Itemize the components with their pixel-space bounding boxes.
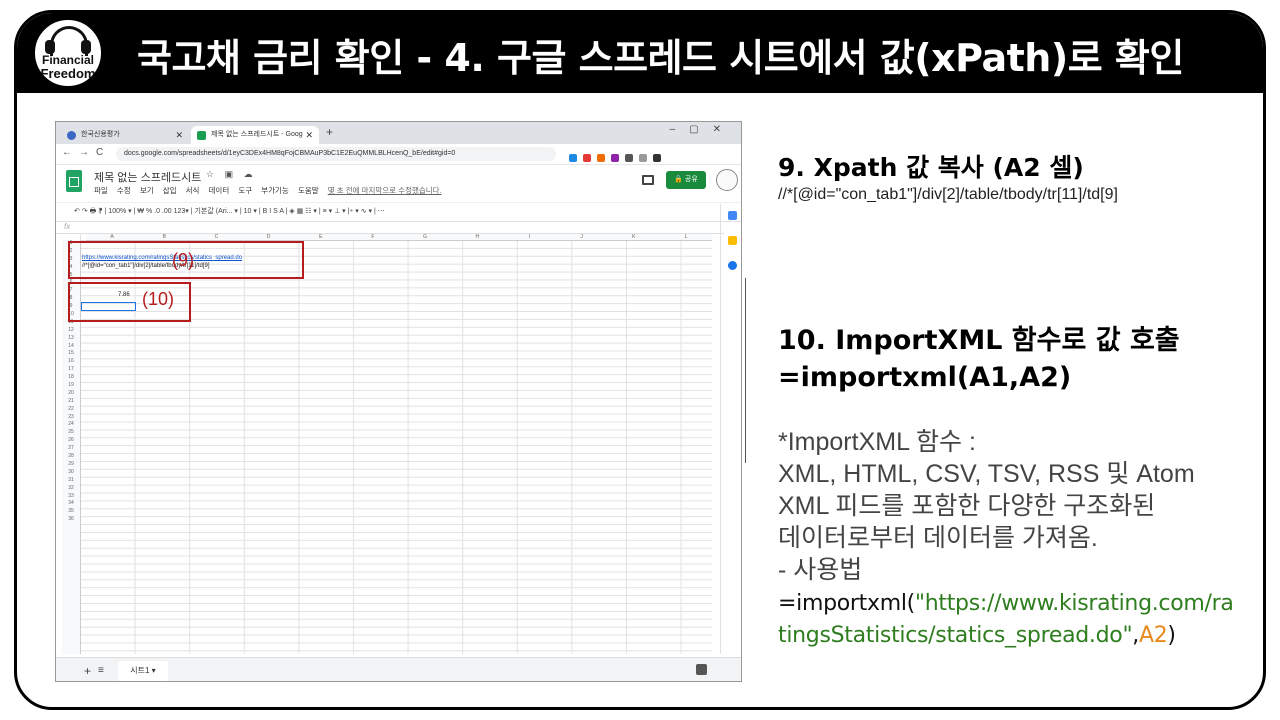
row-header[interactable]: 24 [62, 421, 80, 429]
browser-tab-kisrating[interactable]: 한국신용평가 ✕ [61, 126, 189, 144]
row-header[interactable]: 14 [62, 343, 80, 351]
calendar-icon[interactable] [727, 211, 737, 220]
address-bar: ←→C docs.google.com/spreadsheets/d/1eyC3… [56, 144, 741, 165]
desc-line4: 데이터로부터 데이터를 가져옴. [778, 524, 1098, 552]
site-favicon-icon [67, 131, 76, 140]
menu-addons[interactable]: 부가기능 [261, 186, 289, 195]
row-header[interactable]: 30 [62, 469, 80, 477]
nav-buttons-icon[interactable]: ←→C [62, 147, 110, 158]
row-header[interactable]: 26 [62, 437, 80, 445]
menu-edit[interactable]: 수정 [117, 186, 131, 195]
menu-insert[interactable]: 삽입 [163, 186, 177, 195]
step9-xpath: //*[@id="con_tab1"]/div[2]/table/tbody/t… [778, 186, 1118, 203]
spreadsheet-screenshot: 한국신용평가 ✕ 제목 없는 스프레드시트 - Goog ✕ + –▢✕ ←→C… [55, 121, 742, 682]
close-tab-icon[interactable]: ✕ [175, 126, 183, 144]
annotation-10: (10) [142, 289, 175, 309]
add-sheet-icon[interactable]: + [84, 664, 91, 678]
row-header[interactable]: 32 [62, 485, 80, 493]
menu-file[interactable]: 파일 [94, 186, 108, 195]
keep-icon[interactable] [727, 236, 737, 245]
desc-line3: XML 피드를 포함한 다양한 구조화된 [778, 492, 1156, 520]
row-header[interactable]: 16 [62, 358, 80, 366]
step10-heading-line2: =importxml(A1,A2) [778, 362, 1072, 393]
menu-data[interactable]: 데이터 [209, 186, 230, 195]
row-header[interactable]: 33 [62, 493, 80, 501]
row-header[interactable]: 23 [62, 414, 80, 422]
sheets-favicon-icon [197, 131, 206, 140]
row-header[interactable]: 12 [62, 327, 80, 335]
avatar[interactable] [716, 169, 738, 191]
step9-heading: 9. Xpath 값 복사 (A2 셀) [778, 153, 1084, 182]
logo-line2: Freedom [40, 66, 96, 81]
row-header[interactable]: 18 [62, 374, 80, 382]
last-edit-link[interactable]: 몇 초 전에 마지막으로 수정했습니다. [328, 186, 442, 195]
url-field[interactable]: docs.google.com/spreadsheets/d/1eyC3DEx4… [116, 147, 556, 161]
formula-close: ) [1167, 623, 1176, 648]
sheet-tab-bar: + ≡ 시트1 ▾ [56, 657, 741, 681]
row-header[interactable]: 20 [62, 390, 80, 398]
formula-prefix: =importxml( [778, 591, 915, 616]
row-header[interactable]: 13 [62, 335, 80, 343]
explore-icon[interactable] [696, 664, 707, 675]
step10-heading: 10. ImportXML 함수로 값 호출 =importxml(A1,A2) [778, 322, 1180, 396]
menu-view[interactable]: 보기 [140, 186, 154, 195]
formatting-toolbar[interactable]: ↶ ↷ 🖶 ⁋ | 100% ▾ | ₩ % .0 .00 123▾ | 기본값… [56, 202, 741, 222]
formula-url-part1: "https://www.kisrating.com/ra [914, 591, 1234, 616]
row-header[interactable]: 19 [62, 382, 80, 390]
star-move-cloud-icons[interactable]: ☆ ▣ ☁ [206, 169, 257, 180]
comment-icon[interactable] [642, 175, 654, 185]
side-panel [720, 204, 741, 654]
formula-bar[interactable]: fx [56, 221, 724, 234]
row-header[interactable]: 17 [62, 366, 80, 374]
row-header[interactable]: 29 [62, 461, 80, 469]
financial-freedom-logo: Financial Freedom [33, 18, 103, 88]
row-header[interactable]: 31 [62, 477, 80, 485]
tasks-icon[interactable] [727, 261, 737, 270]
menu-format[interactable]: 서식 [186, 186, 200, 195]
desc-line2: XML, HTML, CSV, TSV, RSS 및 Atom [778, 460, 1195, 488]
menu-tools[interactable]: 도구 [238, 186, 252, 195]
row-header[interactable]: 15 [62, 350, 80, 358]
all-sheets-icon[interactable]: ≡ [98, 665, 104, 676]
tab2-label: 제목 없는 스프레드시트 - Goog [211, 131, 303, 138]
sheets-logo-icon[interactable] [66, 170, 82, 192]
title-bar: Financial Freedom 국고채 금리 확인 - 4. 구글 스프레드… [17, 13, 1263, 93]
usage-formula: =importxml("https://www.kisrating.com/ra… [778, 588, 1234, 652]
new-tab-icon[interactable]: + [326, 125, 333, 139]
row-header[interactable]: 25 [62, 429, 80, 437]
step10-heading-line1: 10. ImportXML 함수로 값 호출 [778, 325, 1180, 356]
sheets-app-bar: 제목 없는 스프레드시트 ☆ ▣ ☁ 파일 수정 보기 삽입 서식 데이터 도구… [56, 165, 741, 201]
page-title: 국고채 금리 확인 - 4. 구글 스프레드 시트에서 값(xPath)로 확인 [137, 36, 1184, 80]
close-tab-icon[interactable]: ✕ [305, 126, 313, 144]
row-header[interactable]: 36 [62, 516, 80, 524]
divider-line [745, 278, 746, 463]
extension-icons[interactable] [569, 149, 667, 162]
row-header[interactable]: 22 [62, 406, 80, 414]
importxml-description: *ImportXML 함수 : XML, HTML, CSV, TSV, RSS… [778, 426, 1195, 586]
share-button[interactable]: 🔒 공유 [666, 171, 706, 189]
browser-tab-sheets[interactable]: 제목 없는 스프레드시트 - Goog ✕ [191, 126, 319, 144]
sheet-tab-1[interactable]: 시트1 ▾ [118, 661, 168, 681]
formula-arg: A2 [1138, 623, 1168, 648]
browser-tab-strip: 한국신용평가 ✕ 제목 없는 스프레드시트 - Goog ✕ + –▢✕ [56, 122, 741, 144]
window-controls[interactable]: –▢✕ [670, 124, 735, 135]
row-header[interactable]: 28 [62, 453, 80, 461]
row-header[interactable]: 21 [62, 398, 80, 406]
desc-line1: *ImportXML 함수 : [778, 428, 976, 456]
menu-bar: 파일 수정 보기 삽입 서식 데이터 도구 부가기능 도움말 몇 초 전에 마지… [94, 185, 449, 196]
desc-line5: - 사용법 [778, 556, 863, 584]
row-header[interactable]: 34 [62, 500, 80, 508]
logo-line1: Financial [41, 53, 94, 67]
row-header[interactable]: 35 [62, 508, 80, 516]
tab1-label: 한국신용평가 [81, 131, 120, 138]
row-header[interactable]: 27 [62, 445, 80, 453]
formula-comma: , [1132, 623, 1139, 648]
doc-title[interactable]: 제목 없는 스프레드시트 [94, 169, 201, 185]
column-headers: ABCDEFGHIJKL [86, 234, 712, 241]
annotation-9: (9) [172, 250, 194, 270]
formula-url-part2: tingsStatistics/statics_spread.do" [778, 623, 1133, 648]
menu-help[interactable]: 도움말 [298, 186, 319, 195]
